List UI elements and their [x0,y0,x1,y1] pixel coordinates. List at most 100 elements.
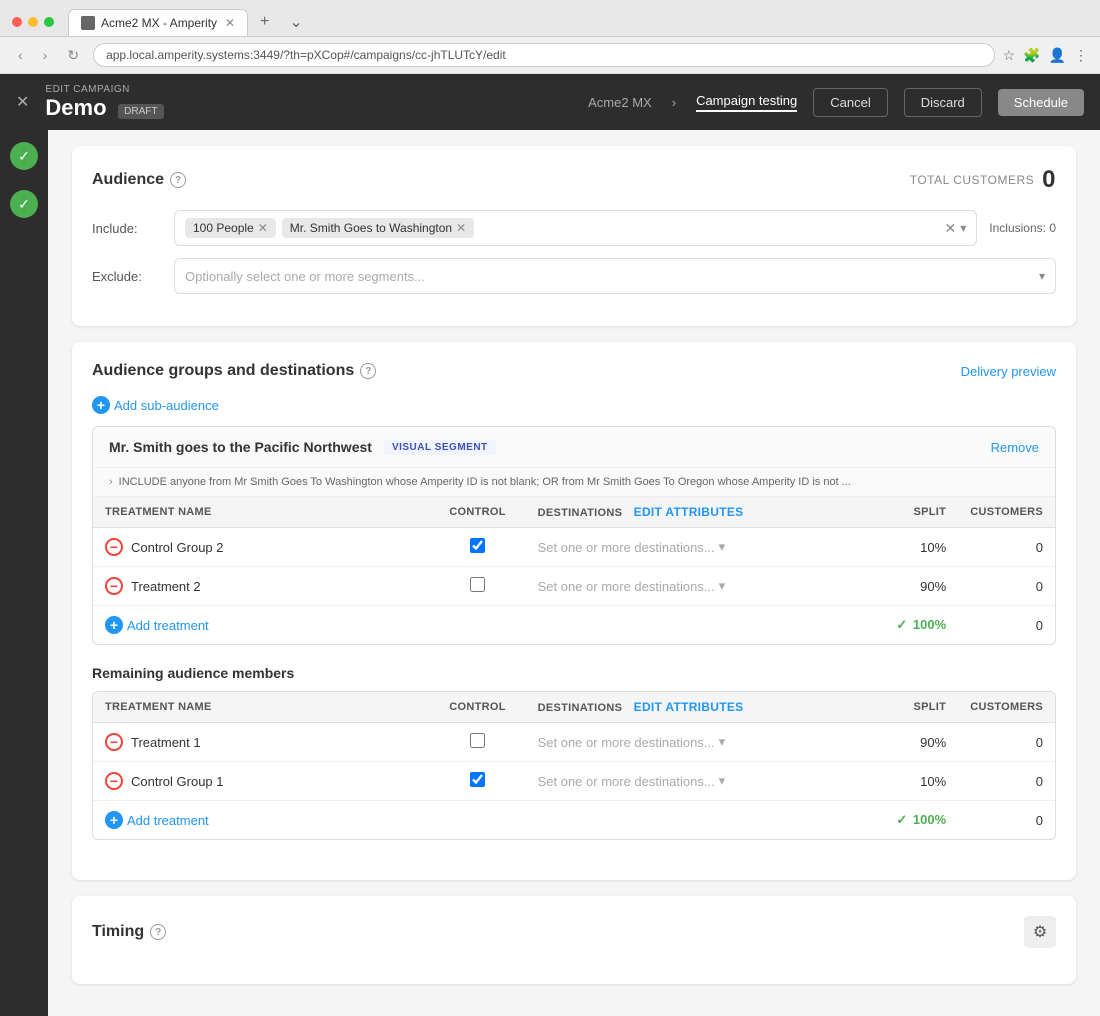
remaining-total-split: ✓ 100% [896,812,946,827]
header-breadcrumb: Acme2 MX [588,95,652,110]
treatment-name-cell: − Control Group 2 [105,538,417,556]
remaining-treatment-2-cell: − Control Group 1 [105,772,417,790]
add-treatment-icon-1: + [105,616,123,634]
total-split-1: ✓ 100% [896,617,946,632]
forward-button[interactable]: › [37,45,54,65]
header-active-step: Campaign testing [696,93,797,112]
add-sub-audience-button[interactable]: + Add sub-audience [92,396,1056,414]
remaining-control-checkbox-1[interactable] [470,733,485,748]
edit-attributes-link-2[interactable]: Edit attributes [634,700,744,714]
campaign-title-area: EDIT CAMPAIGN Demo DRAFT [45,84,163,121]
discard-button[interactable]: Discard [904,88,982,117]
remaining-destination-select-1[interactable]: Set one or more destinations... ▾ [538,734,850,750]
add-treatment-button-2[interactable]: + Add treatment [105,811,209,829]
audience-section: Audience ? TOTAL CUSTOMERS 0 Include: 10… [72,146,1076,326]
extension-icon[interactable]: 🧩 [1023,47,1040,64]
treatment-name-cell-2: − Treatment 2 [105,577,417,595]
tab-close-icon[interactable]: ✕ [225,16,235,30]
timing-section: Timing ? ⚙ [72,896,1076,984]
include-clear-button[interactable]: ✕ [945,220,957,237]
close-sidebar-button[interactable]: ✕ [16,92,29,112]
remove-treatment-2-icon[interactable]: − [105,577,123,595]
add-sub-audience-icon: + [92,396,110,414]
remaining-destination-select-2[interactable]: Set one or more destinations... ▾ [538,773,850,789]
remaining-treatment-1-name: Treatment 1 [131,735,201,750]
delivery-preview-link[interactable]: Delivery preview [961,364,1056,379]
back-button[interactable]: ‹ [12,45,29,65]
remaining-col-destinations-header: DESTINATIONS Edit attributes [526,692,862,723]
treatments-table: TREATMENT NAME CONTROL DESTINATIONS Edit… [93,497,1055,644]
group-card-header: Mr. Smith goes to the Pacific Northwest … [93,427,1055,468]
remaining-customers-2: 0 [958,762,1055,801]
split-check-icon-1: ✓ [896,617,907,632]
profile-icon[interactable]: 👤 [1049,47,1066,64]
audience-groups-header: Audience groups and destinations ? Deliv… [92,362,1056,380]
control-checkbox-2[interactable] [470,577,485,592]
url-text: app.local.amperity.systems:3449/?th=pXCo… [106,48,506,62]
split-check-icon-2: ✓ [896,812,907,827]
split-2: 90% [862,567,958,606]
edit-campaign-label: EDIT CAMPAIGN [45,84,163,95]
split-1: 10% [862,528,958,567]
page-layout: ✓ ✓ Audience ? TOTAL CUSTOMERS 0 Include… [0,130,1100,1016]
remaining-section: Remaining audience members TREATMENT NAM… [92,665,1056,840]
remaining-control-checkbox-2[interactable] [470,772,485,787]
remove-group-link[interactable]: Remove [991,440,1039,455]
sidebar: ✓ ✓ [0,130,48,1016]
bookmark-icon[interactable]: ☆ [1003,47,1016,64]
tag-100-people-remove[interactable]: ✕ [258,221,268,235]
remaining-destination-placeholder-1: Set one or more destinations... [538,735,715,750]
address-bar[interactable]: app.local.amperity.systems:3449/?th=pXCo… [93,43,994,67]
cancel-button[interactable]: Cancel [813,88,887,117]
browser-tab-active[interactable]: Acme2 MX - Amperity ✕ [68,9,248,36]
campaign-name: Demo [45,95,106,120]
remaining-treatment-1-cell: − Treatment 1 [105,733,417,751]
tab-list-button[interactable]: ⌄ [281,8,310,36]
expand-group-icon[interactable]: › [109,476,113,488]
customers-2: 0 [958,567,1055,606]
include-row: Include: 100 People ✕ Mr. Smith Goes to … [92,210,1056,246]
add-treatment-button-1[interactable]: + Add treatment [105,616,209,634]
timing-section-header: Timing ? ⚙ [92,916,1056,948]
menu-icon[interactable]: ⋮ [1074,47,1088,64]
remaining-destination-arrow-1: ▾ [719,734,726,750]
destination-select-2[interactable]: Set one or more destinations... ▾ [538,578,850,594]
tag-100-people: 100 People ✕ [185,218,276,238]
schedule-button[interactable]: Schedule [998,89,1084,116]
new-tab-button[interactable]: + [252,9,277,35]
remove-remaining-treatment-1-icon[interactable]: − [105,733,123,751]
exclude-dropdown-button[interactable]: ▾ [1039,269,1045,283]
remove-treatment-1-icon[interactable]: − [105,538,123,556]
window-minimize-btn[interactable] [28,17,38,27]
timing-settings-button[interactable]: ⚙ [1024,916,1056,948]
audience-groups-title: Audience groups and destinations ? [92,362,376,380]
col-split-header: SPLIT [862,497,958,528]
destination-select-1[interactable]: Set one or more destinations... ▾ [538,539,850,555]
audience-groups-section: Audience groups and destinations ? Deliv… [72,342,1076,880]
include-dropdown-button[interactable]: ▾ [960,221,966,235]
step-audience-check: ✓ [10,142,38,170]
reload-button[interactable]: ↻ [61,45,85,66]
edit-attributes-link-1[interactable]: Edit attributes [634,505,744,519]
include-input[interactable]: 100 People ✕ Mr. Smith Goes to Washingto… [174,210,977,246]
remove-remaining-treatment-2-icon[interactable]: − [105,772,123,790]
remaining-table-header-row: TREATMENT NAME CONTROL DESTINATIONS Edit… [93,692,1055,723]
remaining-treatments-table: TREATMENT NAME CONTROL DESTINATIONS Edit… [93,692,1055,839]
remaining-col-treatment-header: TREATMENT NAME [93,692,429,723]
audience-help-icon[interactable]: ? [170,172,186,188]
exclude-input[interactable]: Optionally select one or more segments..… [174,258,1056,294]
col-customers-header: CUSTOMERS [958,497,1055,528]
control-checkbox-1[interactable] [470,538,485,553]
inclusions-count: Inclusions: 0 [989,221,1056,235]
remaining-col-customers-header: CUSTOMERS [958,692,1055,723]
remaining-treatment-2-name: Control Group 1 [131,774,224,789]
browser-chrome: Acme2 MX - Amperity ✕ + ⌄ ‹ › ↻ app.loca… [0,0,1100,74]
tag-smith-washington-remove[interactable]: ✕ [456,221,466,235]
app-header: ✕ EDIT CAMPAIGN Demo DRAFT Acme2 MX › Ca… [0,74,1100,130]
browser-toolbar: ‹ › ↻ app.local.amperity.systems:3449/?t… [0,37,1100,74]
window-close-btn[interactable] [12,17,22,27]
window-maximize-btn[interactable] [44,17,54,27]
audience-groups-help-icon[interactable]: ? [360,363,376,379]
treatment-2-name: Treatment 2 [131,579,201,594]
timing-help-icon[interactable]: ? [150,924,166,940]
